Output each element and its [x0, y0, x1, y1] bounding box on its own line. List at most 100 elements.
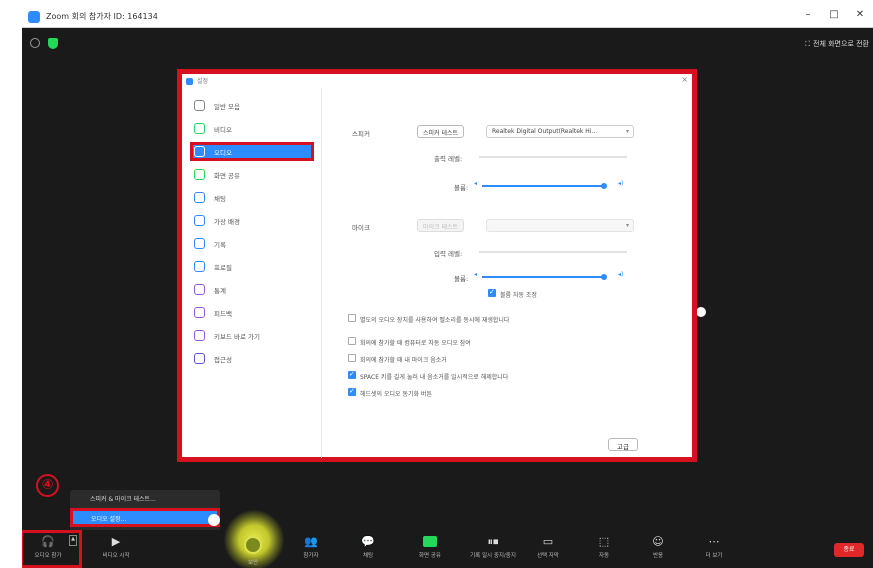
title-bar: Zoom 회의 참가자 ID: 164134 – □ ✕ [22, 6, 873, 28]
sidebar-item-keyboard[interactable]: 키보드 바로 가기 [190, 326, 314, 345]
statistics-icon [194, 284, 205, 295]
option-checkbox[interactable] [348, 354, 356, 362]
volume-low-icon: ◂ [474, 180, 478, 187]
participants-button[interactable]: 👥 참가자 [287, 532, 335, 566]
option-checkbox[interactable] [348, 370, 356, 379]
share-screen-icon [423, 536, 437, 547]
option-checkbox[interactable] [348, 314, 356, 322]
sidebar-item-label: 일반 모음 [214, 103, 240, 111]
sidebar-item-label: 화면 공유 [214, 172, 240, 180]
option-checkbox[interactable] [348, 387, 356, 396]
sidebar-item-statistics[interactable]: 통계 [190, 280, 314, 299]
more-icon: ⋯ [708, 535, 720, 548]
sidebar-item-record[interactable]: 기록 [190, 234, 314, 253]
share-screen-icon [194, 169, 205, 180]
output-level-meter [479, 156, 627, 158]
audio-settings-panel: 스피커 스피커 테스트 Realtek Digital Output(Realt… [322, 88, 692, 458]
speaker-volume-thumb[interactable] [601, 183, 607, 189]
sidebar-item-chat[interactable]: 채팅 [190, 188, 314, 207]
meeting-top-bar: ⛶ 전체 화면으로 전환 [22, 28, 873, 58]
output-level-label: 출력 레벨: [434, 155, 463, 163]
microphone-volume-thumb[interactable] [601, 274, 607, 280]
minimize-button[interactable]: – [801, 9, 815, 20]
join-audio-button[interactable]: 🎧 오디오 참가 [24, 532, 72, 566]
apps-label: 자동 [598, 553, 610, 559]
menu-item-test-audio[interactable]: 스피커 & 마이크 테스트... [90, 494, 156, 503]
volume-high-icon: ◂) [618, 180, 624, 187]
input-level-meter [479, 251, 627, 253]
sidebar-item-feedback[interactable]: 피드백 [190, 303, 314, 322]
sidebar-item-background[interactable]: 가상 배경 [190, 211, 314, 230]
test-speaker-button[interactable]: 스피커 테스트 [417, 125, 465, 138]
sidebar-item-label: 프로필 [214, 264, 232, 272]
option-label: 헤드셋의 오디오 동기화 버튼 [360, 391, 432, 398]
sidebar-item-general[interactable]: 일반 모음 [190, 96, 314, 115]
security-label: 보안 [247, 560, 259, 566]
more-label: 더 보기 [705, 553, 723, 559]
option-checkbox[interactable] [348, 337, 356, 345]
sidebar-item-label: 기록 [214, 241, 226, 249]
test-microphone-button[interactable]: 마이크 테스트 [417, 219, 465, 232]
record-pause-icon: ⏸⏹ [487, 535, 499, 548]
accessibility-icon [194, 353, 205, 364]
microphone-volume-slider[interactable] [482, 276, 604, 278]
sidebar-item-accessibility[interactable]: 접근성 [190, 349, 314, 368]
captions-button[interactable]: ▭ 선택 자막 [524, 532, 572, 566]
step-number-badge: ④ [36, 474, 59, 497]
close-window-button[interactable]: ✕ [853, 9, 867, 20]
maximize-button[interactable]: □ [827, 9, 841, 20]
speaker-device-value: Realtek Digital Output(Realtek Hi... [492, 128, 598, 135]
chat-button[interactable]: 💬 채팅 [344, 532, 392, 566]
option-label: 별도의 오디오 장치를 사용하여 벨소리를 동시에 재생합니다 [360, 317, 510, 324]
audio-options-caret[interactable]: ▲ [69, 535, 77, 546]
end-meeting-button[interactable]: 종료 [834, 543, 864, 557]
sidebar-item-profile[interactable]: 프로필 [190, 257, 314, 276]
sidebar-item-label: 피드백 [214, 310, 232, 318]
speaker-select[interactable]: Realtek Digital Output(Realtek Hi... ▾ [486, 125, 634, 138]
pause-stop-recording-button[interactable]: ⏸⏹ 기록 일시 중지/중지 [469, 532, 517, 566]
auto-adjust-checkbox[interactable] [488, 288, 496, 297]
speaker-volume-slider[interactable] [482, 185, 604, 187]
menu-item-audio-settings-label: 오디오 설정... [91, 516, 127, 523]
fullscreen-icon: ⛶ [805, 40, 811, 48]
menu-item-audio-settings[interactable]: 오디오 설정... [70, 508, 220, 527]
share-screen-button[interactable]: 화면 공유 [406, 532, 454, 566]
reactions-button[interactable]: ☺ 반응 [634, 532, 682, 566]
fullscreen-button[interactable]: ⛶ 전체 화면으로 전환 [805, 39, 869, 49]
microphone-volume-label: 볼륨: [454, 275, 469, 283]
option-label: 회의에 참가할 때 내 마이크 음소거 [360, 357, 447, 364]
sidebar-item-share-screen[interactable]: 화면 공유 [190, 165, 314, 184]
chevron-down-icon: ▾ [625, 128, 629, 135]
dialog-header: 설정 × [182, 74, 692, 88]
advanced-button[interactable]: 고급 [608, 438, 638, 451]
chat-icon [194, 192, 205, 203]
zoom-app-icon [186, 78, 193, 85]
start-video-button[interactable]: ▶ 비디오 시작 [92, 532, 140, 566]
volume-low-icon: ◂ [474, 271, 478, 278]
general-icon [194, 100, 205, 111]
sidebar-item-video[interactable]: 비디오 [190, 119, 314, 138]
more-button[interactable]: ⋯ 더 보기 [690, 532, 738, 566]
sidebar-item-label: 비디오 [214, 126, 232, 134]
dialog-close-icon[interactable]: × [681, 75, 688, 84]
microphone-label: 마이크 [352, 224, 370, 232]
pause-stop-recording-label: 기록 일시 중지/중지 [470, 553, 516, 559]
sidebar-item-label: 가상 배경 [214, 218, 240, 226]
zoom-app-icon [28, 11, 40, 23]
shield-icon[interactable] [48, 38, 58, 49]
volume-high-icon: ◂) [618, 271, 624, 278]
chat-icon: 💬 [361, 535, 375, 548]
fullscreen-label: 전체 화면으로 전환 [813, 40, 869, 48]
input-level-label: 입력 레벨: [434, 250, 463, 258]
apps-button[interactable]: ⬚ 자동 [580, 532, 628, 566]
profile-icon [194, 261, 205, 272]
sidebar-item-audio[interactable]: 오디오 [190, 142, 314, 161]
reactions-label: 반응 [652, 553, 664, 559]
microphone-select[interactable]: ▾ [486, 219, 634, 232]
mouse-cursor [696, 307, 706, 317]
info-icon[interactable] [30, 38, 40, 48]
option-label: 회의에 참가할 때 컴퓨터로 자동 오디오 참여 [360, 340, 471, 347]
speaker-label: 스피커 [352, 130, 370, 138]
headphones-icon [194, 146, 205, 157]
menu-pointer [208, 514, 220, 526]
